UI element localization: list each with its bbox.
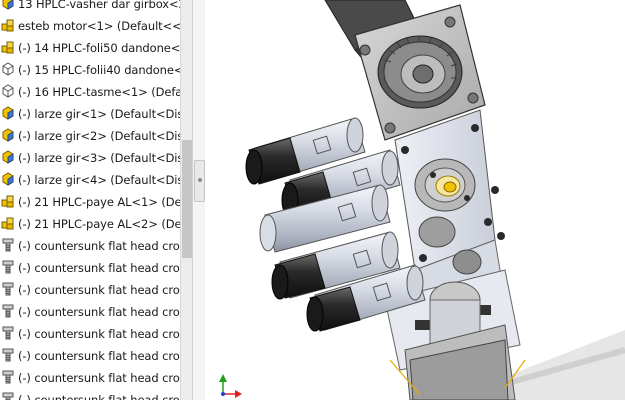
screw-icon	[0, 369, 18, 388]
tree-item-label: (-) larze gir<4> (Default<Displa	[18, 173, 180, 187]
tree-item-label: (-) countersunk flat head cross	[18, 371, 180, 385]
screw-icon	[0, 303, 18, 322]
tree-item[interactable]: (-) 21 HPLC-paye AL<2> (Defa	[0, 213, 180, 235]
tree-item-label: 13 HPLC-vasher dar girbox<2>	[18, 0, 180, 11]
scrollbar-thumb[interactable]	[182, 140, 192, 258]
collapse-handle[interactable]	[194, 160, 205, 202]
tree-item[interactable]: (-) 16 HPLC-tasme<1> (Defau	[0, 81, 180, 103]
tree-item[interactable]: 13 HPLC-vasher dar girbox<2>	[0, 0, 180, 15]
tree-item-label: (-) countersunk flat head cross	[18, 327, 180, 341]
tree-item-label: (-) 15 HPLC-folii40 dandone<1	[18, 63, 180, 77]
tree-item-label: (-) larze gir<1> (Default<Displa	[18, 107, 180, 121]
tree-item-label: (-) countersunk flat head cross	[18, 283, 180, 297]
tree-item-label: (-) larze gir<3> (Default<Displa	[18, 151, 180, 165]
tree-item[interactable]: (-) countersunk flat head cross	[0, 257, 180, 279]
tree-item[interactable]: (-) countersunk flat head cross	[0, 367, 180, 389]
tree-item-label: (-) 16 HPLC-tasme<1> (Defau	[18, 85, 180, 99]
tree-item-label: (-) 21 HPLC-paye AL<1> (Defa	[18, 195, 180, 209]
tree-item-label: (-) countersunk flat head cross	[18, 349, 180, 363]
coordinate-triad-icon	[219, 374, 242, 398]
part-icon	[0, 149, 18, 168]
tree-item-label: (-) countersunk flat head cross	[18, 393, 180, 400]
tree-item-label: (-) larze gir<2> (Default<Displa	[18, 129, 180, 143]
tree-item-label: (-) countersunk flat head cross	[18, 305, 180, 319]
part-icon	[0, 127, 18, 146]
grip-dot-icon	[198, 178, 202, 182]
tree-item[interactable]: (-) countersunk flat head cross	[0, 323, 180, 345]
tree-item[interactable]: (-) countersunk flat head cross	[0, 389, 180, 400]
tree-item-label: (-) countersunk flat head cross	[18, 239, 180, 253]
tree-item-label: esteb motor<1> (Default<<De	[18, 19, 180, 33]
tree-item[interactable]: (-) 15 HPLC-folii40 dandone<1	[0, 59, 180, 81]
part-outline-icon	[0, 61, 18, 80]
tree-item[interactable]: esteb motor<1> (Default<<De	[0, 15, 180, 37]
tree-item[interactable]: (-) countersunk flat head cross	[0, 345, 180, 367]
tree-item[interactable]: (-) countersunk flat head cross	[0, 235, 180, 257]
part-icon	[0, 0, 18, 14]
assembly-icon	[0, 215, 18, 234]
part-icon	[0, 105, 18, 124]
screw-icon	[0, 237, 18, 256]
part-outline-icon	[0, 83, 18, 102]
tree-item[interactable]: (-) larze gir<1> (Default<Displa	[0, 103, 180, 125]
3d-assembly-model[interactable]	[205, 0, 625, 400]
tree-item-label: (-) 21 HPLC-paye AL<2> (Defa	[18, 217, 180, 231]
assembly-icon	[0, 193, 18, 212]
part-icon	[0, 171, 18, 190]
screw-icon	[0, 259, 18, 278]
screw-icon	[0, 281, 18, 300]
tree-item[interactable]: (-) larze gir<3> (Default<Displa	[0, 147, 180, 169]
screw-icon	[0, 325, 18, 344]
assembly-icon	[0, 17, 18, 36]
tree-item[interactable]: (-) 14 HPLC-foli50 dandone<1:	[0, 37, 180, 59]
tree-item[interactable]: (-) countersunk flat head cross	[0, 301, 180, 323]
screw-icon	[0, 347, 18, 366]
tree-item-label: (-) countersunk flat head cross	[18, 261, 180, 275]
panel-splitter[interactable]	[192, 0, 206, 400]
screw-icon	[0, 391, 18, 400]
assembly-icon	[0, 39, 18, 58]
tree-item[interactable]: (-) 21 HPLC-paye AL<1> (Defa	[0, 191, 180, 213]
graphics-area[interactable]	[205, 0, 625, 400]
feature-tree[interactable]: 13 HPLC-vasher dar girbox<2> esteb motor<…	[0, 0, 180, 400]
tree-item[interactable]: (-) larze gir<2> (Default<Displa	[0, 125, 180, 147]
tree-item[interactable]: (-) larze gir<4> (Default<Displa	[0, 169, 180, 191]
tree-item-label: (-) 14 HPLC-foli50 dandone<1:	[18, 41, 180, 55]
tree-item[interactable]: (-) countersunk flat head cross	[0, 279, 180, 301]
